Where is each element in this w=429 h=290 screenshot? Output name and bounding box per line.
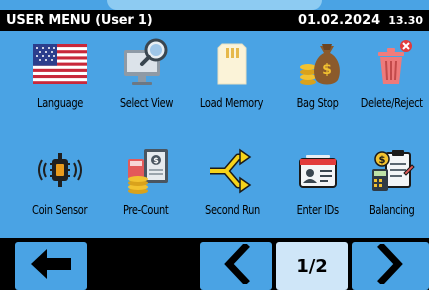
chevron-right-icon: [376, 241, 406, 289]
chevron-left-icon: [221, 241, 251, 289]
next-page-button[interactable]: [352, 241, 429, 290]
menu-item-coin-sensor[interactable]: Coin Sensor: [17, 141, 103, 231]
back-button[interactable]: [15, 242, 87, 290]
split-arrows-icon: [204, 143, 260, 199]
trash-reject-icon: [364, 36, 420, 92]
svg-text:$: $: [322, 62, 332, 78]
date-time: 01.02.2024 13.30: [298, 13, 423, 28]
svg-text:$: $: [379, 155, 386, 166]
menu-item-label: Pre-Count: [123, 203, 169, 217]
monitor-search-icon: [118, 36, 174, 92]
menu-item-label: Coin Sensor: [32, 203, 88, 217]
top-tab-decoration: [107, 0, 322, 10]
back-arrow-icon: [29, 247, 73, 286]
menu-item-label: Enter IDs: [296, 203, 340, 217]
menu-grid: Language Select View Load Memory $ Bag S…: [0, 34, 429, 224]
id-card-icon: [290, 143, 346, 199]
us-flag-icon: [32, 36, 88, 92]
menu-item-load-memory[interactable]: Load Memory: [189, 34, 275, 124]
menu-item-label: Select View: [119, 96, 173, 110]
menu-title: USER MENU (User 1): [6, 13, 153, 28]
menu-item-label: Second Run: [204, 203, 260, 217]
menu-item-label: Bag Stop: [297, 96, 339, 110]
menu-item-label: Delete/Reject: [361, 96, 423, 110]
menu-item-label: Balancing: [369, 203, 415, 217]
time-text: 13.30: [388, 14, 423, 27]
menu-item-language[interactable]: Language: [17, 34, 103, 124]
menu-item-label: Language: [37, 96, 83, 110]
menu-item-second-run[interactable]: Second Run: [189, 141, 275, 231]
clipboard-calculator-icon: $: [364, 143, 420, 199]
header-bar: USER MENU (User 1) 01.02.2024 13.30: [0, 10, 429, 31]
date-text: 01.02.2024: [297, 13, 381, 28]
coins-calculator-icon: $: [118, 143, 174, 199]
menu-item-label: Load Memory: [200, 96, 264, 110]
menu-item-pre-count[interactable]: $ Pre-Count: [103, 141, 189, 231]
page-indicator: 1/2: [276, 242, 348, 290]
menu-item-select-view[interactable]: Select View: [103, 34, 189, 124]
sd-card-icon: [204, 36, 260, 92]
money-bag-icon: $: [290, 36, 346, 92]
menu-item-delete-reject[interactable]: Delete/Reject: [349, 34, 429, 124]
prev-page-button[interactable]: [200, 241, 272, 290]
menu-item-balancing[interactable]: $ Balancing: [349, 141, 429, 231]
svg-text:$: $: [153, 156, 159, 165]
coin-sensor-icon: [32, 143, 88, 199]
